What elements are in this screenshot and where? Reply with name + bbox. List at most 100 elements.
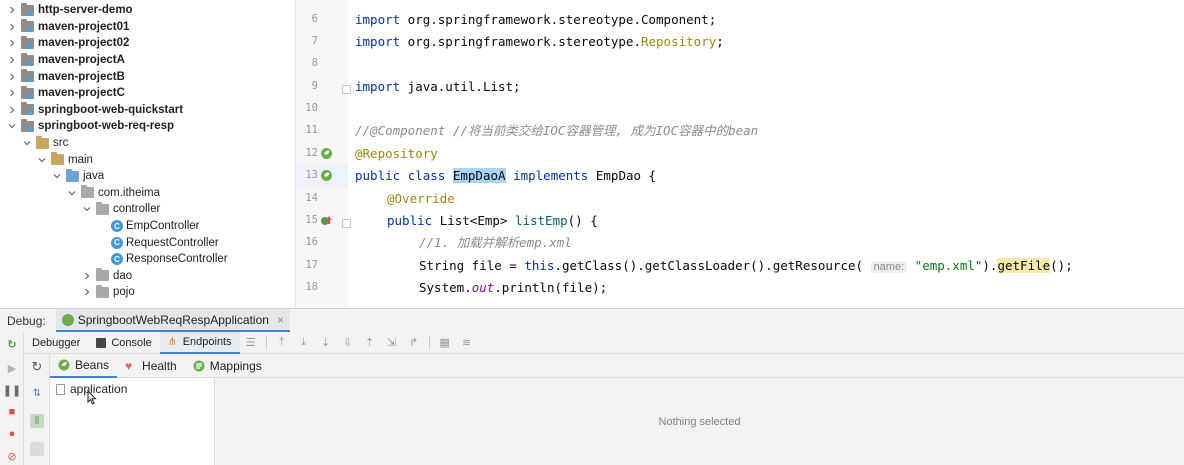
tree-item[interactable]: C RequestController — [96, 234, 219, 251]
tab-debugger[interactable]: Debugger — [24, 332, 88, 354]
tab-health[interactable]: ♥ Health — [117, 354, 185, 378]
line-number: 18 — [305, 281, 318, 293]
tree-item-label: main — [68, 153, 93, 166]
tree-item[interactable]: maven-projectB — [6, 68, 125, 85]
layout-menu-icon[interactable]: ☰ — [244, 336, 258, 350]
code-line-7: import org.springframework.stereotype.Re… — [355, 34, 724, 49]
close-icon[interactable]: × — [277, 313, 284, 327]
tree-item[interactable]: springboot-web-req-resp — [6, 118, 174, 135]
override-method-gutter-icon[interactable] — [320, 214, 333, 227]
spring-bean-gutter-icon[interactable] — [320, 147, 333, 160]
chevron-right-icon[interactable] — [6, 104, 18, 116]
line-number: 9 — [311, 80, 318, 92]
beans-list[interactable]: application — [50, 378, 215, 465]
refresh-icon[interactable]: ↻ — [30, 359, 44, 374]
force-step-into-icon[interactable]: ⇩ — [341, 336, 355, 350]
module-folder-icon — [21, 52, 34, 66]
run-config-tab[interactable]: SpringbootWebReqRespApplication × — [55, 309, 290, 332]
step-into-icon[interactable]: ⇣ — [319, 336, 333, 350]
folder-icon — [66, 168, 79, 182]
code-line-9: import java.util.List; — [355, 79, 521, 94]
mute-breakpoints-icon[interactable]: ⊘ — [6, 450, 18, 463]
chevron-right-icon[interactable] — [6, 87, 18, 99]
tree-item[interactable]: com.itheima — [66, 185, 160, 202]
package-icon — [81, 185, 94, 199]
chevron-right-icon[interactable] — [81, 286, 93, 298]
chevron-right-icon[interactable] — [6, 54, 18, 66]
tree-item-label: springboot-web-quickstart — [38, 103, 184, 116]
tree-item[interactable]: src — [21, 135, 68, 152]
chevron-right-icon[interactable] — [6, 4, 18, 16]
chevron-down-icon[interactable] — [21, 137, 33, 149]
tree-item[interactable]: pojo — [81, 284, 135, 301]
endpoint-tabs: Beans ♥ Health Mappings — [50, 354, 1184, 378]
chevron-down-icon[interactable] — [66, 187, 78, 199]
tab-console[interactable]: Console — [88, 332, 159, 354]
code-line-17: String file = this.getClass().getClassLo… — [419, 258, 1073, 273]
drop-frame-icon[interactable]: ⇲ — [385, 336, 399, 350]
tree-item[interactable]: maven-projectA — [6, 52, 125, 69]
chevron-right-icon[interactable] — [6, 71, 18, 83]
code-line-15: public List<Emp> listEmp() { — [387, 213, 598, 228]
chevron-down-icon[interactable] — [6, 120, 18, 132]
module-folder-icon — [21, 102, 34, 116]
view-breakpoints-icon[interactable]: ● — [6, 428, 18, 440]
parameter-hint: name: — [870, 261, 908, 273]
run-to-cursor-icon[interactable]: ↱ — [407, 336, 421, 350]
trace-icon[interactable]: ≋ — [460, 336, 474, 350]
step-over-icon[interactable]: ⤓ — [297, 336, 311, 350]
chevron-right-icon[interactable] — [6, 21, 18, 33]
line-number: 13 — [305, 169, 318, 181]
sort-icon[interactable]: ⇅ — [30, 386, 44, 400]
evaluate-expression-icon[interactable]: ▦ — [438, 336, 452, 350]
tree-item[interactable]: springboot-web-quickstart — [6, 102, 183, 119]
class-icon: C — [111, 220, 123, 233]
tree-item-label: springboot-web-req-resp — [38, 120, 175, 133]
tab-beans[interactable]: Beans — [50, 354, 118, 378]
pause-icon[interactable]: ❚❚ — [3, 384, 21, 397]
spring-bean-gutter-icon[interactable] — [320, 169, 333, 182]
settings-icon[interactable] — [30, 442, 44, 456]
code-line-16: //1. 加载并解析emp.xml — [419, 235, 572, 250]
diagram-icon[interactable]: ⫴ — [30, 414, 44, 428]
selected-class-name[interactable]: EmpDaoA — [452, 168, 506, 183]
chevron-down-icon[interactable] — [81, 203, 93, 215]
tree-item[interactable]: main — [36, 151, 93, 168]
tree-item[interactable]: C EmpController — [96, 218, 200, 235]
fold-marker-icon[interactable] — [342, 219, 351, 228]
tree-item[interactable]: maven-project02 — [6, 35, 129, 52]
line-number: 11 — [305, 124, 318, 136]
toolbar-separator — [428, 335, 430, 350]
module-folder-icon — [21, 35, 34, 49]
tree-item-label: java — [83, 170, 105, 183]
tree-item[interactable]: C ResponseController — [96, 251, 228, 268]
tree-item[interactable]: controller — [81, 201, 160, 218]
tab-mappings[interactable]: Mappings — [185, 354, 270, 378]
line-number: 12 — [305, 147, 318, 159]
tree-item[interactable]: maven-project01 — [6, 19, 129, 36]
chevron-down-icon[interactable] — [36, 154, 48, 166]
chevron-down-icon[interactable] — [51, 170, 63, 182]
line-number: 16 — [305, 236, 318, 248]
project-tree[interactable]: http-server-demo maven-project01 maven-pro… — [0, 0, 296, 308]
step-out-icon[interactable]: ⇡ — [363, 336, 377, 350]
rerun-icon[interactable]: ↻ — [6, 338, 18, 351]
tree-item[interactable]: dao — [81, 268, 132, 285]
stop-icon[interactable]: ■ — [6, 406, 18, 418]
resume-icon[interactable]: ▶ — [6, 362, 18, 375]
endpoints-icon: ⋔ — [167, 335, 177, 348]
tree-item[interactable]: http-server-demo — [6, 2, 133, 19]
tab-endpoints[interactable]: ⋔ Endpoints — [159, 331, 240, 354]
tree-item[interactable]: java — [51, 168, 104, 185]
details-panel: Nothing selected — [215, 378, 1184, 465]
endpoints-toolbar: ↻ ⇅ ⫴ — [24, 354, 50, 465]
chevron-right-icon[interactable] — [81, 270, 93, 282]
line-number: 7 — [311, 35, 318, 47]
show-execution-point-icon[interactable]: ⤒ — [275, 336, 289, 350]
tree-item[interactable]: maven-projectC — [6, 85, 125, 102]
chevron-right-icon[interactable] — [6, 37, 18, 49]
debug-tabs: Debugger Console ⋔ Endpoints ☰ ⤒ ⤓ ⇣ ⇩ ⇡ … — [24, 331, 1184, 354]
fold-marker-icon[interactable] — [342, 85, 351, 94]
